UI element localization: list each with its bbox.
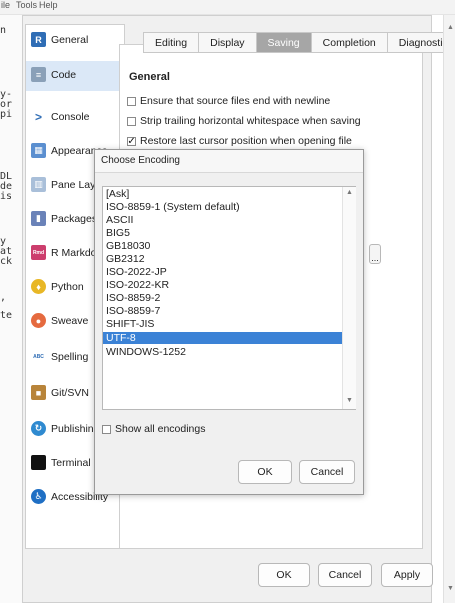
menu-help[interactable]: Help <box>39 0 58 10</box>
browse-button[interactable]: ... <box>369 244 381 264</box>
sidebar-item-code[interactable]: ≡ Code <box>26 61 124 91</box>
python-icon: ♦ <box>31 279 46 294</box>
sidebar-item-general[interactable]: R General <box>26 26 124 56</box>
scroll-up-arrow-icon[interactable]: ▲ <box>447 24 454 31</box>
scroll-up-arrow-icon[interactable]: ▲ <box>346 189 353 196</box>
show-all-encodings-option[interactable]: Show all encodings <box>102 423 205 435</box>
checkbox[interactable] <box>102 424 111 434</box>
encoding-item[interactable]: ISO-2022-JP <box>103 266 343 278</box>
r-logo-icon: R <box>31 32 46 47</box>
sidebar-item-label: Spelling <box>51 351 89 363</box>
sidebar-item-console[interactable]: > Console <box>26 103 124 133</box>
appearance-icon: ▦ <box>31 143 46 158</box>
editor-text-fragment: n <box>0 25 7 36</box>
editor-background: n y- or pi DL de is y at ck , te <box>0 15 23 603</box>
encoding-item[interactable]: WINDOWS-1252 <box>103 346 343 358</box>
option-label: Restore last cursor position when openin… <box>140 135 352 147</box>
sidebar-item-label: Sweave <box>51 315 89 327</box>
encoding-list[interactable]: [Ask] ISO-8859-1 (System default) ASCII … <box>102 186 356 410</box>
pane-layout-icon: ▥ <box>31 177 46 192</box>
rmarkdown-icon: Rmd <box>31 245 46 260</box>
checkbox[interactable] <box>127 116 136 126</box>
option-label: Ensure that source files end with newlin… <box>140 95 331 107</box>
scroll-down-arrow-icon[interactable]: ▼ <box>346 397 353 404</box>
scroll-down-arrow-icon[interactable]: ▼ <box>447 585 454 592</box>
publishing-icon: ↻ <box>31 421 46 436</box>
encoding-item[interactable]: GB2312 <box>103 253 343 265</box>
menu-file[interactable]: ile <box>1 0 10 10</box>
code-icon: ≡ <box>31 67 46 82</box>
sidebar-item-label: Console <box>51 111 90 123</box>
cancel-button[interactable]: Cancel <box>318 563 372 587</box>
editor-text-fragment: , <box>0 292 7 303</box>
editor-text-fragment: te <box>0 310 13 321</box>
sidebar-item-label: Terminal <box>51 457 91 469</box>
encoding-cancel-button[interactable]: Cancel <box>299 460 355 484</box>
encoding-item[interactable]: [Ask] <box>103 188 343 200</box>
tab-completion[interactable]: Completion <box>310 32 387 53</box>
encoding-item[interactable]: SHIFT-JIS <box>103 318 343 330</box>
encoding-item-selected[interactable]: UTF-8 <box>103 332 343 344</box>
sidebar-item-label: Publishing <box>51 423 100 435</box>
sidebar-item-label: Git/SVN <box>51 387 89 399</box>
encoding-item[interactable]: ISO-8859-2 <box>103 292 343 304</box>
editor-text-fragment: pi <box>0 109 13 120</box>
sweave-icon: ● <box>31 313 46 328</box>
checkbox[interactable] <box>127 96 136 106</box>
ok-button[interactable]: OK <box>258 563 310 587</box>
apply-button[interactable]: Apply <box>381 563 433 587</box>
option-label: Strip trailing horizontal whitespace whe… <box>140 115 361 127</box>
encoding-item[interactable]: ISO-2022-KR <box>103 279 343 291</box>
encoding-item[interactable]: ASCII <box>103 214 343 226</box>
git-box-icon: ■ <box>31 385 46 400</box>
editor-text-fragment: ck <box>0 256 13 267</box>
encoding-item[interactable]: ISO-8859-1 (System default) <box>103 201 343 213</box>
option-ensure-newline[interactable]: Ensure that source files end with newlin… <box>127 95 330 107</box>
encoding-item[interactable]: GB18030 <box>103 240 343 252</box>
tab-display[interactable]: Display <box>198 32 256 53</box>
terminal-icon <box>31 455 46 470</box>
tab-strip: Editing Display Saving Completion Diagno… <box>143 32 455 54</box>
accessibility-icon: ♿ <box>31 489 46 504</box>
menu-tools[interactable]: Tools <box>16 0 37 10</box>
sidebar-item-label: Code <box>51 69 77 81</box>
option-label: Show all encodings <box>115 423 206 435</box>
checkbox[interactable]: ✓ <box>127 136 136 146</box>
sidebar-item-label: Python <box>51 281 84 293</box>
encoding-list-scrollbar[interactable]: ▲ ▼ <box>342 187 356 409</box>
spelling-icon: ABC <box>31 349 46 364</box>
encoding-dialog-title: Choose Encoding <box>101 155 180 166</box>
option-restore-cursor[interactable]: ✓ Restore last cursor position when open… <box>127 135 352 147</box>
sidebar-item-label: Packages <box>51 213 98 225</box>
editor-text-fragment: is <box>0 191 13 202</box>
window-scrollbar[interactable]: ▲ ▼ <box>443 15 455 603</box>
tab-saving[interactable]: Saving <box>255 32 311 53</box>
option-strip-whitespace[interactable]: Strip trailing horizontal whitespace whe… <box>127 115 361 127</box>
encoding-item[interactable]: ISO-8859-7 <box>103 305 343 317</box>
menu-bar: ile Tools Help <box>0 0 455 15</box>
tab-editing[interactable]: Editing <box>143 32 199 53</box>
section-title: General <box>129 71 170 83</box>
encoding-item[interactable]: BIG5 <box>103 227 343 239</box>
packages-icon: ▮ <box>31 211 46 226</box>
encoding-ok-button[interactable]: OK <box>238 460 292 484</box>
console-prompt-icon: > <box>31 109 46 124</box>
sidebar-item-label: General <box>51 34 89 46</box>
